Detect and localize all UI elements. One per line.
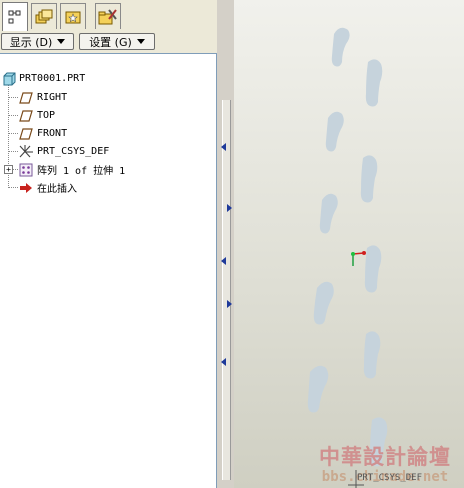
model-tree: PRT0001.PRT RIGHT TOP FRONT PRT_CSYS_DEF…: [0, 53, 217, 488]
tree-item-label: RIGHT: [37, 92, 68, 103]
pattern-member: [319, 193, 338, 234]
collapse-left-arrow-icon[interactable]: [221, 257, 226, 265]
part-icon: [3, 72, 16, 85]
pattern-member: [365, 59, 383, 107]
model-tree-icon: [8, 10, 21, 24]
layers-icon: [35, 9, 53, 23]
tools-tab[interactable]: [95, 3, 121, 29]
pattern-member: [360, 155, 378, 203]
model-view[interactable]: [234, 0, 464, 488]
datum-plane-icon: [19, 91, 33, 104]
tree-item-label: PRT_CSYS_DEF: [37, 146, 110, 157]
model-tree-panel: 显示 (D) 设置 (G) PRT0001.PRT RIGHT TOP FRON…: [0, 0, 217, 488]
collapse-left-arrow-icon[interactable]: [221, 358, 226, 366]
csys-triad-icon: [351, 251, 366, 266]
favorites-icon: [65, 11, 81, 23]
pattern-member: [313, 281, 334, 325]
tree-item-csys[interactable]: PRT_CSYS_DEF: [17, 143, 109, 160]
folder-tools-icon: [98, 8, 117, 24]
tree-item-label: 阵列 1 of 拉伸 1: [37, 166, 126, 177]
csys-label: PRT_CSYS_DEF: [357, 473, 423, 483]
expand-right-arrow-icon[interactable]: [227, 204, 232, 212]
folder-browser-tab[interactable]: [31, 3, 57, 29]
tree-toolbar: 显示 (D) 设置 (G): [0, 31, 217, 53]
chevron-down-icon: [136, 39, 145, 44]
navigator-tab-strip: [0, 0, 217, 32]
favorites-tab[interactable]: [60, 3, 86, 29]
tree-item-top[interactable]: TOP: [19, 107, 55, 124]
pattern-member: [363, 331, 381, 379]
insert-here-arrow-icon: [20, 182, 32, 193]
settings-menu-button[interactable]: 设置 (G): [79, 33, 155, 50]
datum-plane-icon: [19, 109, 33, 122]
tree-item-right[interactable]: RIGHT: [19, 89, 67, 106]
tree-root-label: PRT0001.PRT: [19, 73, 86, 84]
datum-plane-icon: [19, 127, 33, 140]
panel-splitter[interactable]: [217, 0, 234, 488]
tree-item-insert-here[interactable]: 在此插入: [19, 179, 77, 196]
display-menu-button[interactable]: 显示 (D): [1, 33, 74, 50]
tree-item-pattern[interactable]: 阵列 1 of 拉伸 1: [19, 161, 125, 178]
settings-menu-label: 设置 (G): [89, 35, 132, 49]
display-menu-label: 显示 (D): [9, 35, 53, 49]
expand-right-arrow-icon[interactable]: [227, 300, 232, 308]
chevron-down-icon: [57, 39, 66, 44]
tree-item-label: TOP: [37, 110, 56, 121]
pattern-member: [307, 365, 329, 413]
tree-item-label: 在此插入: [37, 184, 77, 195]
model-tree-tab[interactable]: [2, 2, 28, 31]
tree-item-label: FRONT: [37, 128, 68, 139]
expand-toggle[interactable]: +: [4, 165, 13, 174]
pattern-member: [364, 245, 382, 293]
collapse-left-arrow-icon[interactable]: [221, 143, 226, 151]
csys-icon: [19, 144, 33, 157]
pattern-member: [331, 27, 350, 67]
tree-root[interactable]: PRT0001.PRT: [2, 70, 85, 87]
tree-item-front[interactable]: FRONT: [19, 125, 67, 142]
graphics-window[interactable]: 中華設計論壇 bbs.chinade.net: [234, 0, 464, 488]
pattern-icon: [19, 163, 33, 176]
pattern-member: [325, 111, 344, 152]
watermark-title: 中華設計論壇: [319, 444, 451, 469]
